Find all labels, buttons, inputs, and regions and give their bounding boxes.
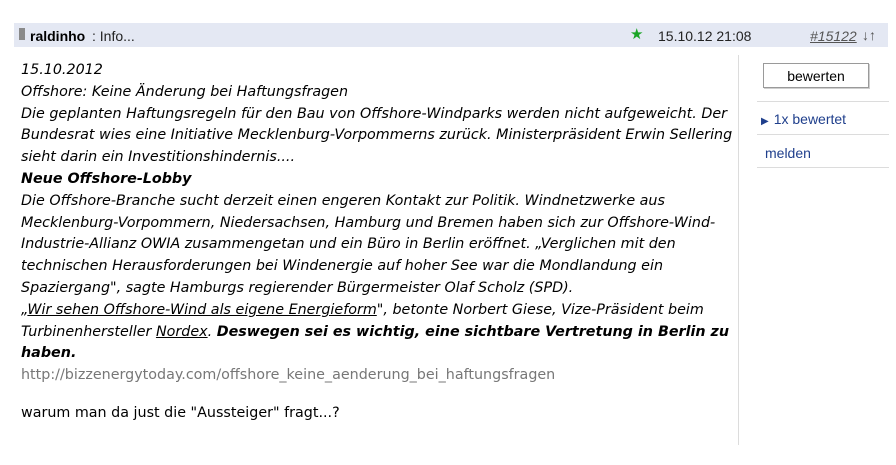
post-number-link[interactable]: #15122 xyxy=(810,28,857,44)
username-link[interactable]: raldinho xyxy=(30,28,85,44)
sidebar-divider xyxy=(738,55,739,445)
period: . xyxy=(207,323,217,340)
bold-period: . xyxy=(70,345,77,362)
phone-icon xyxy=(19,28,25,40)
star-icon: ★ xyxy=(630,26,644,43)
sort-arrows-icon[interactable]: ↓↑ xyxy=(862,27,876,43)
company-link[interactable]: Nordex xyxy=(156,324,208,340)
post-date: 15.10.2012 xyxy=(21,62,103,78)
source-url[interactable]: http://bizzenergytoday.com/offshore_kein… xyxy=(21,365,733,387)
rate-button[interactable]: bewerten xyxy=(763,63,869,88)
rated-count-label: 1x bewertet xyxy=(773,111,847,127)
post-subheading: Neue Offshore-Lobby xyxy=(21,170,192,187)
user-comment: warum man da just die "Aussteiger" fragt… xyxy=(21,405,340,421)
post-subject: : Info... xyxy=(92,28,135,44)
report-link[interactable]: melden xyxy=(765,145,811,161)
sidebar-separator xyxy=(757,101,889,102)
post-body: 15.10.2012 Offshore: Keine Änderung bei … xyxy=(21,60,733,387)
quote-link[interactable]: Wir sehen Offshore-Wind als eigene Energ… xyxy=(27,302,376,318)
post-header: raldinho : Info... ★ 15.10.12 21:08 #151… xyxy=(14,23,888,47)
sidebar-separator xyxy=(757,134,889,135)
rated-count-link[interactable]: ▶ 1x bewertet xyxy=(761,111,846,127)
post-paragraph-1: Die geplanten Haftungsregeln für den Bau… xyxy=(21,105,733,166)
sidebar-separator xyxy=(757,167,889,168)
post-headline: Offshore: Keine Änderung bei Haftungsfra… xyxy=(21,83,349,100)
triangle-right-icon: ▶ xyxy=(761,116,769,127)
post-datetime: 15.10.12 21:08 xyxy=(658,28,752,44)
post-paragraph-2-block: Die Offshore-Branche sucht derzeit einen… xyxy=(21,191,733,365)
post-paragraph-2: Die Offshore-Branche sucht derzeit einen… xyxy=(21,192,716,296)
